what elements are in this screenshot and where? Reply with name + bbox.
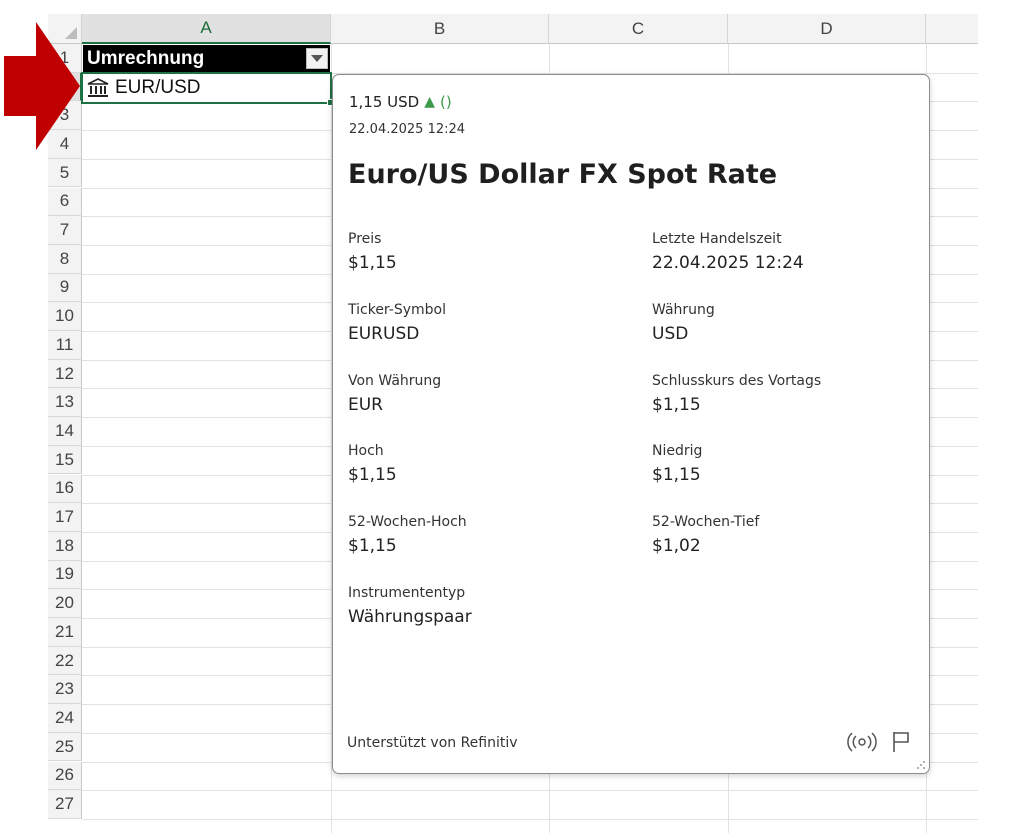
row-header-21[interactable]: 21 [48,618,82,647]
row-header-15[interactable]: 15 [48,445,82,475]
price-line: 1,15 USD ▲ () [349,93,452,111]
bank-icon[interactable] [87,78,109,98]
card-field: 52-Wochen-Tief $1,02 [652,514,922,556]
card-field: Hoch $1,15 [348,443,618,485]
card-field: Instrumententyp Währungspaar [348,585,618,627]
price-timestamp: 22.04.2025 12:24 [349,122,466,137]
card-field: Ticker-Symbol EURUSD [348,302,618,344]
row-header-14[interactable]: 14 [48,417,82,446]
field-value: $1,02 [652,536,701,556]
field-value: Währungspaar [348,607,472,627]
card-field: 52-Wochen-Hoch $1,15 [348,514,618,556]
row-header-10[interactable]: 10 [48,302,82,331]
active-cell-a2[interactable]: EUR/USD [81,72,332,104]
row-header-8[interactable]: 8 [48,244,82,274]
row-header-9[interactable]: 9 [48,273,82,303]
row-header-16[interactable]: 16 [48,474,82,504]
field-value: $1,15 [348,253,397,273]
row-header-6[interactable]: 6 [48,187,82,217]
table-header-cell[interactable]: Umrechnung [83,45,330,72]
field-value: EURUSD [348,324,420,344]
field-label: 52-Wochen-Tief [652,514,760,530]
field-value: $1,15 [348,465,397,485]
card-title: Euro/US Dollar FX Spot Rate [348,159,778,190]
column-header-c[interactable]: C [549,14,728,44]
row-header-23[interactable]: 23 [48,675,82,705]
card-field: Schlusskurs des Vortags $1,15 [652,373,922,415]
row-gridline [82,790,978,792]
row-header-13[interactable]: 13 [48,388,82,418]
row-header-25[interactable]: 25 [48,732,82,762]
field-label: Preis [348,231,382,247]
field-label: Währung [652,302,715,318]
card-field: Von Währung EUR [348,373,618,415]
field-label: Von Währung [348,373,442,389]
field-label: Letzte Handelszeit [652,231,782,247]
broadcast-icon[interactable] [847,732,877,752]
field-label: Instrumententyp [348,585,466,601]
card-footer-provider: Unterstützt von Refinitiv [347,735,518,751]
red-arrow-annotation [4,22,80,150]
row-header-5[interactable]: 5 [48,158,82,188]
card-field: Preis $1,15 [348,231,618,273]
up-arrow-icon: ▲ [424,94,435,110]
price-change: () [440,93,452,111]
field-label: 52-Wochen-Hoch [348,514,467,530]
row-header-17[interactable]: 17 [48,503,82,532]
row-header-24[interactable]: 24 [48,704,82,733]
card-footer-icons [847,731,911,753]
flag-icon[interactable] [891,731,911,753]
field-value: $1,15 [652,465,701,485]
card-field: Währung USD [652,302,922,344]
row-gridline [82,818,978,820]
resize-grip-icon[interactable] [916,760,926,770]
row-header-19[interactable]: 19 [48,560,82,590]
field-value: $1,15 [348,536,397,556]
column-header-e[interactable] [926,14,978,44]
field-value: 22.04.2025 12:24 [652,253,804,273]
column-header-d[interactable]: D [728,14,926,44]
row-header-22[interactable]: 22 [48,646,82,676]
card-field: Niedrig $1,15 [652,443,922,485]
row-header-11[interactable]: 11 [48,331,82,360]
row-header-7[interactable]: 7 [48,216,82,245]
column-header-a[interactable]: A [82,14,331,44]
field-value: $1,15 [652,395,701,415]
column-header-b[interactable]: B [331,14,549,44]
field-value: EUR [348,395,383,415]
current-price: 1,15 USD [349,93,420,111]
field-value: USD [652,324,689,344]
data-type-card: 1,15 USD ▲ () 22.04.2025 12:24 Euro/US D… [332,74,930,774]
field-label: Niedrig [652,443,703,459]
row-header-20[interactable]: 20 [48,589,82,618]
row-header-27[interactable]: 27 [48,790,82,819]
row-header-18[interactable]: 18 [48,531,82,561]
field-label: Hoch [348,443,384,459]
field-label: Ticker-Symbol [348,302,446,318]
row-header-26[interactable]: 26 [48,761,82,791]
header-cell-label: Umrechnung [87,47,205,69]
field-label: Schlusskurs des Vortags [652,373,822,389]
row-header-12[interactable]: 12 [48,359,82,389]
card-field: Letzte Handelszeit 22.04.2025 12:24 [652,231,922,273]
active-cell-value: EUR/USD [115,77,201,98]
filter-dropdown-button[interactable] [306,48,328,69]
